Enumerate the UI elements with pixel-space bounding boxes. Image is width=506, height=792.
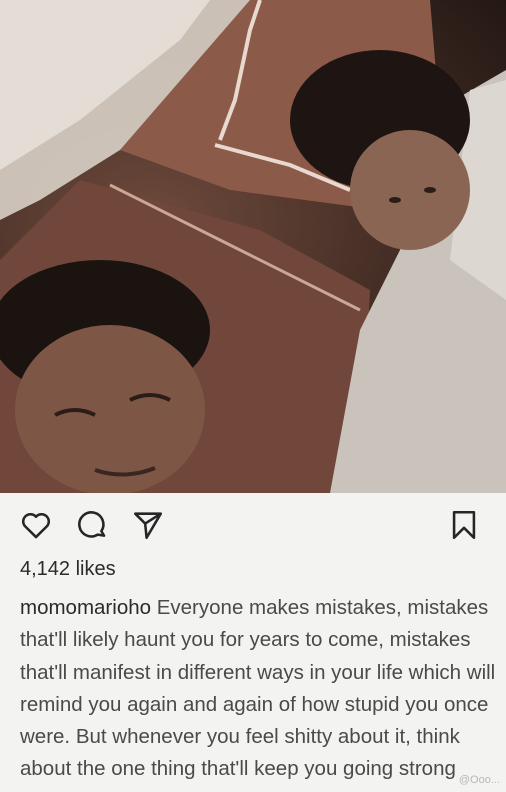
watermark: @Ooo... bbox=[458, 774, 500, 786]
bookmark-icon[interactable] bbox=[446, 507, 482, 543]
heart-icon[interactable] bbox=[18, 507, 54, 543]
caption-username[interactable]: momomarioho bbox=[20, 596, 151, 619]
paper-plane-icon[interactable] bbox=[130, 507, 166, 543]
photo-illustration bbox=[0, 0, 506, 493]
caption-text: Everyone makes mistakes, mistakes that'l… bbox=[20, 596, 496, 781]
comment-icon[interactable] bbox=[74, 507, 110, 543]
post-caption: momomarioho Everyone makes mistakes, mis… bbox=[20, 592, 500, 786]
post-action-bar bbox=[0, 493, 506, 555]
post-photo[interactable] bbox=[0, 0, 506, 493]
likes-count[interactable]: 4,142 likes bbox=[20, 558, 116, 581]
